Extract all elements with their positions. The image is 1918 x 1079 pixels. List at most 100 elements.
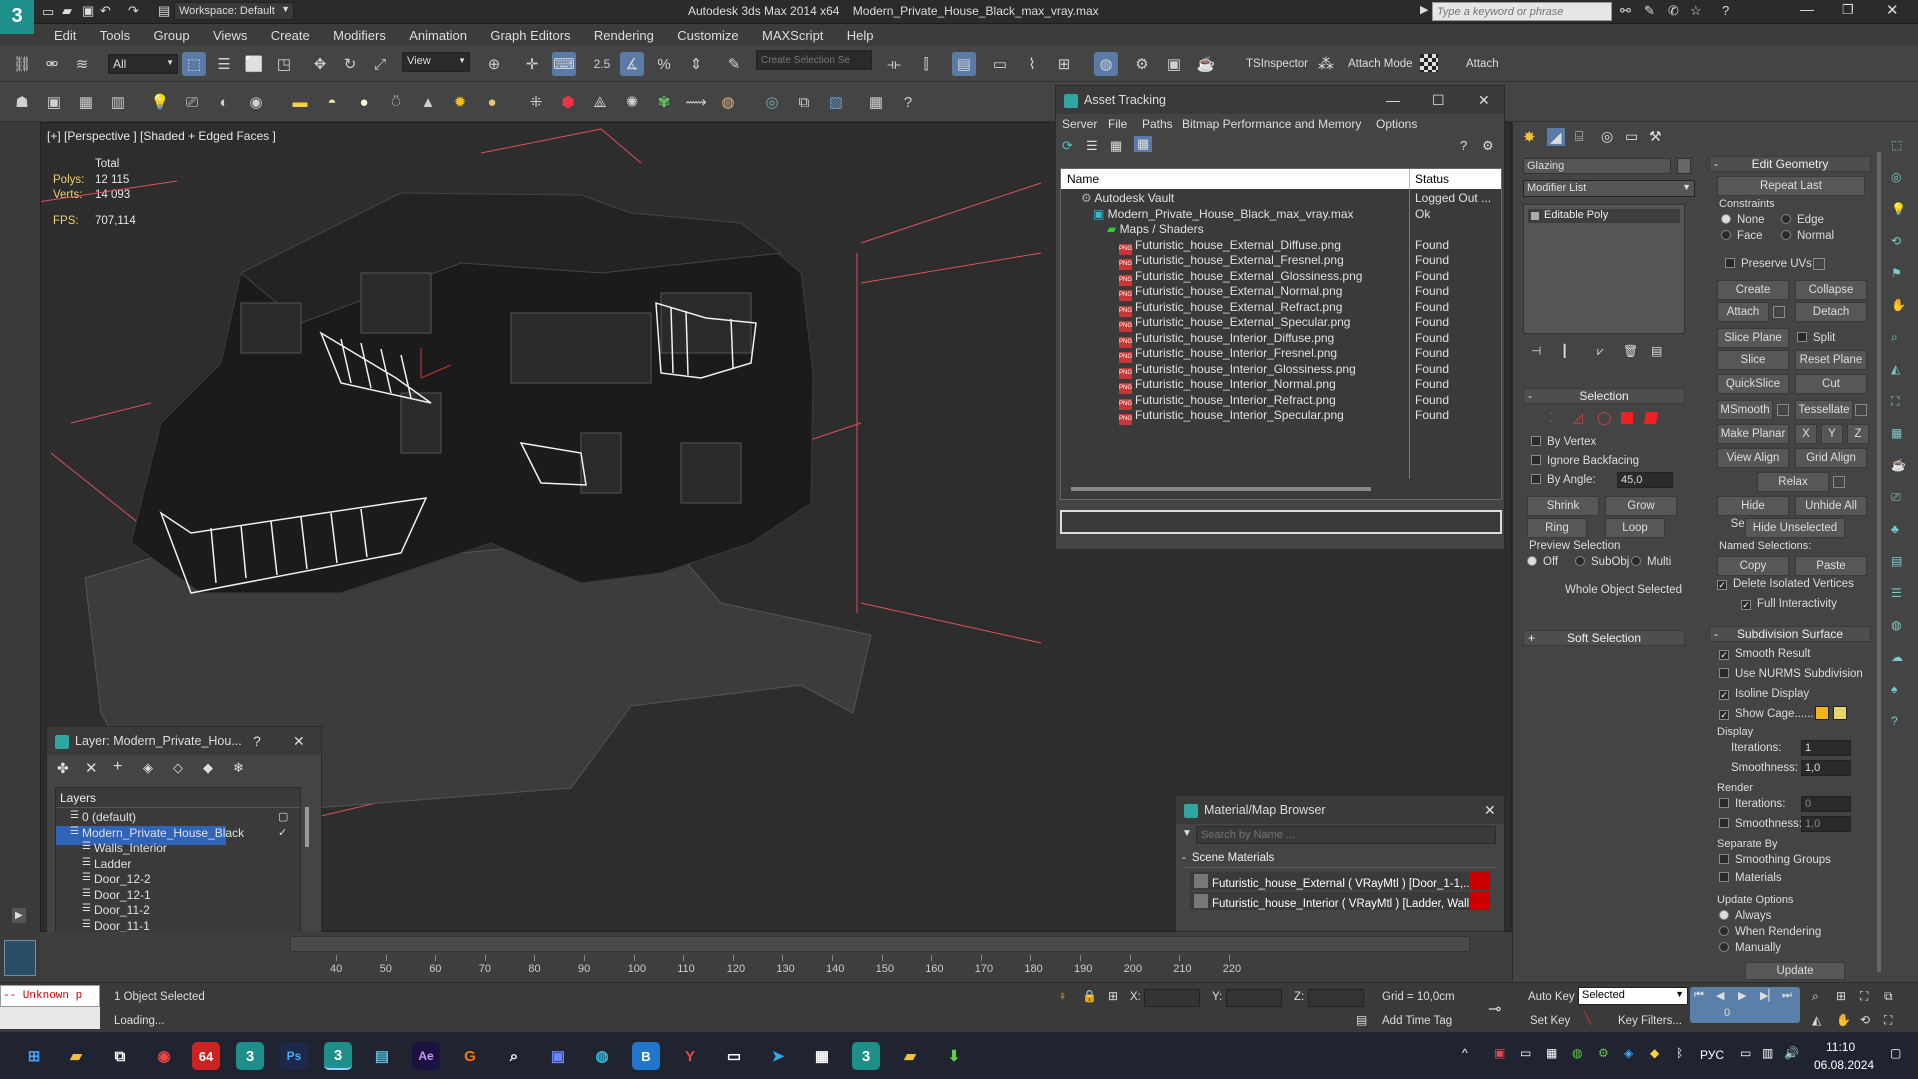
menu-animation[interactable]: Animation (399, 24, 477, 47)
z-coordinate-input[interactable] (1308, 989, 1364, 1007)
menu-maxscript[interactable]: MAXScript (752, 24, 833, 47)
help-icon[interactable]: ? (1460, 138, 1467, 153)
preserve-uvs-settings-icon[interactable] (1813, 258, 1825, 270)
cut-button[interactable]: Cut (1795, 374, 1867, 394)
attach-geometry-button[interactable]: Attach (1717, 302, 1769, 322)
menu-options[interactable]: Options (1376, 117, 1417, 131)
relax-settings-icon[interactable] (1833, 476, 1845, 488)
edit-named-selection-icon[interactable]: ✎ (722, 52, 746, 76)
pan-icon[interactable]: ✋ (1891, 298, 1906, 312)
menu-paths[interactable]: Paths (1142, 117, 1173, 131)
edge-mode-icon[interactable]: ◿ (1573, 410, 1583, 426)
full-interactivity-checkbox[interactable]: ✓ Full Interactivity (1741, 598, 1837, 610)
windows-start-icon[interactable]: ⊞ (20, 1042, 48, 1070)
mirror-icon[interactable]: ⟛ (882, 52, 906, 76)
named-selection-set-input[interactable] (756, 50, 872, 70)
motion-tab-icon[interactable]: ◎ (1601, 128, 1613, 145)
render-frame-icon[interactable]: ▣ (42, 90, 66, 114)
render-smoothness-checkbox[interactable]: Smoothness: (1719, 818, 1802, 830)
utilities-tab-icon[interactable]: ⚒ (1649, 128, 1662, 145)
tessellate-settings-icon[interactable] (1855, 404, 1867, 416)
constraint-none-radio[interactable]: None (1721, 214, 1765, 226)
open-file-icon[interactable]: ▰ (62, 3, 72, 19)
list-view-icon[interactable]: ☰ (1086, 138, 1098, 154)
preview-off-radio[interactable]: Off (1527, 556, 1558, 568)
grid-align-button[interactable]: Grid Align (1795, 448, 1867, 468)
menu-customize[interactable]: Customize (667, 24, 748, 47)
displacement-icon[interactable]: ⬢ (556, 90, 580, 114)
cloud-icon[interactable]: ☁ (1891, 650, 1903, 664)
update-manually-radio[interactable]: Manually (1719, 942, 1781, 954)
folder-app-icon[interactable]: ▰ (896, 1042, 924, 1070)
volume-icon[interactable]: 🔊 (1784, 1046, 1799, 1060)
notification-icon[interactable]: ▢ (1890, 1046, 1901, 1060)
view-align-button[interactable]: View Align (1717, 448, 1789, 468)
favorites-star-icon[interactable]: ☆ (1690, 3, 1702, 19)
schematic-view-icon[interactable]: ⊞ (1052, 52, 1076, 76)
make-unique-icon[interactable]: ⩗ (1597, 344, 1604, 359)
tray-app-icon[interactable]: ⚙ (1598, 1046, 1609, 1060)
soft-selection-rollout-header[interactable]: + Soft Selection (1523, 630, 1685, 646)
align-icon[interactable]: ⫿ (914, 52, 938, 76)
checker-icon[interactable] (1420, 54, 1438, 72)
clock-time[interactable]: 11:10 (1826, 1040, 1855, 1054)
cage-selection-color-swatch[interactable] (1833, 706, 1847, 720)
app-64-icon[interactable]: 64 (192, 1042, 220, 1070)
ies-light-icon[interactable]: ⍥ (384, 90, 408, 114)
new-layer-icon[interactable]: ✤ (57, 760, 69, 777)
key-filters-button[interactable]: Key Filters... (1618, 1015, 1682, 1027)
plane-icon[interactable]: ▬ (288, 90, 312, 114)
hair-icon[interactable]: ⟿ (684, 90, 708, 114)
binoculars-icon[interactable]: ⚯ (1620, 3, 1631, 19)
yandex-icon[interactable]: Y (676, 1042, 704, 1070)
menu-create[interactable]: Create (261, 24, 320, 47)
add-to-layer-icon[interactable]: + (113, 758, 122, 776)
subdivision-rollout-header[interactable]: - Subdivision Surface (1709, 626, 1871, 642)
hide-unselected-button[interactable]: Hide Unselected (1745, 518, 1845, 538)
reset-plane-button[interactable]: Reset Plane (1795, 350, 1867, 370)
zoom-icon[interactable]: ⌕ (1891, 330, 1898, 345)
layer-scrollbar[interactable] (305, 807, 309, 847)
lock-selection-icon[interactable]: 🔒 (1082, 989, 1097, 1003)
snapshot-icon[interactable]: ⎚ (1891, 490, 1901, 505)
manipulate-icon[interactable]: ✛ (520, 52, 544, 76)
unlink-icon[interactable]: ⚮ (40, 52, 64, 76)
preserve-uvs-checkbox[interactable]: Preserve UVs (1725, 258, 1812, 270)
maxscript-input[interactable] (0, 1007, 100, 1029)
sun-icon[interactable]: ✹ (448, 90, 472, 114)
attach-settings-icon[interactable] (1773, 306, 1785, 318)
angle-spinner[interactable]: 45,0 (1617, 472, 1673, 488)
orbit-view-icon[interactable]: ⟲ (1860, 1013, 1870, 1027)
create-button[interactable]: Create (1717, 280, 1789, 300)
current-layer-icon[interactable]: ▢ (278, 810, 288, 823)
update-always-radio[interactable]: Always (1719, 910, 1771, 922)
auto-key-button[interactable]: Auto Key (1528, 991, 1575, 1003)
viewport-thumbnail[interactable] (4, 940, 36, 976)
teapot-icon[interactable]: ☗ (10, 90, 34, 114)
select-object-icon[interactable]: ⬚ (182, 52, 206, 76)
edge-icon[interactable]: ◍ (588, 1042, 616, 1070)
b-app-icon[interactable]: B (632, 1042, 660, 1070)
make-planar-button[interactable]: Make Planar (1717, 424, 1789, 444)
app-logo-icon[interactable]: 3 (0, 0, 34, 34)
modify-tab-icon[interactable]: ◢ (1547, 128, 1565, 146)
search-arrow-icon[interactable]: ▶ (1420, 3, 1428, 16)
g-app-icon[interactable]: G (456, 1042, 484, 1070)
planar-z-button[interactable]: Z (1847, 424, 1869, 444)
minimize-icon[interactable]: — (1386, 92, 1400, 108)
column-status[interactable]: Status (1415, 172, 1449, 186)
planar-x-button[interactable]: X (1795, 424, 1817, 444)
constraint-normal-radio[interactable]: Normal (1781, 230, 1834, 242)
previous-frame-icon[interactable]: ◀ (1716, 989, 1724, 1002)
graphite-ribbon-icon[interactable]: ▭ (988, 52, 1012, 76)
pin-stack-icon[interactable]: ⊣ (1531, 344, 1541, 358)
asset-row[interactable]: PNG Futuristic_house_Interior_Specular.pn… (1061, 408, 1501, 427)
quickslice-button[interactable]: QuickSlice (1717, 374, 1789, 394)
menu-edit[interactable]: Edit (44, 24, 86, 47)
calculator-icon[interactable]: ▦ (808, 1042, 836, 1070)
vray-log-icon[interactable]: ▧ (824, 90, 848, 114)
frame-ruler[interactable]: 40 50 60 70 80 90 100 110 120 130 140 150 160 170 180 1… (300, 955, 1500, 982)
border-mode-icon[interactable]: ◯ (1597, 410, 1612, 426)
after-effects-icon[interactable]: Ae (412, 1042, 440, 1070)
reference-coordinate-select[interactable]: View ▼ (402, 52, 470, 72)
